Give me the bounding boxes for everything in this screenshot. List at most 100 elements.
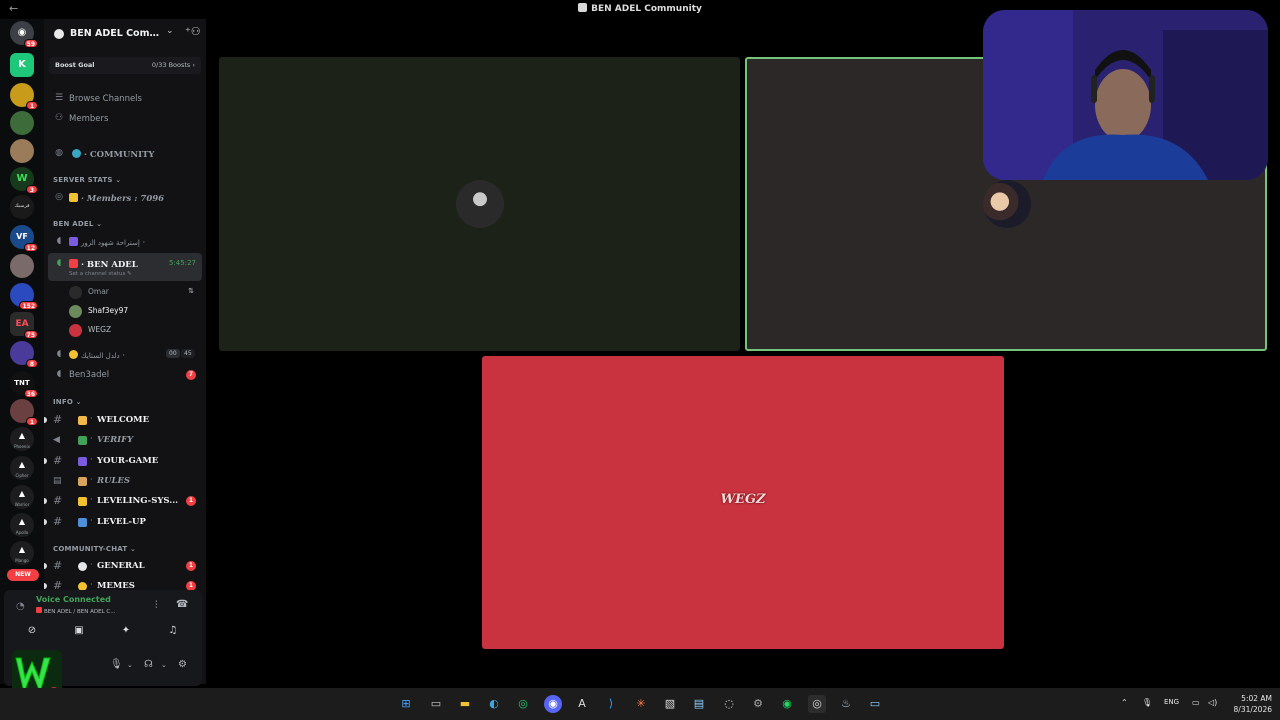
clock-time: 5:02 AM	[1241, 694, 1272, 703]
server-icon-4[interactable]	[10, 139, 34, 163]
soundboard-button[interactable]: ♫	[154, 623, 192, 639]
direct-messages-button[interactable]: ◉ 59	[10, 21, 38, 48]
text-channel-general[interactable]: # · GENERAL 1	[44, 556, 206, 576]
tray-microphone-icon[interactable]: 🎙	[1142, 698, 1152, 707]
server-icon-ea[interactable]: EA 75	[10, 312, 38, 339]
server-icon-2[interactable]: 1	[10, 83, 38, 110]
server-header[interactable]: BEN ADEL Community ⌄ ⁺⚇	[44, 19, 206, 49]
server-icon-warrior[interactable]: ▲ Warrior	[10, 485, 34, 509]
voice-channel-1[interactable]: ◖ إستراحة شهود الزور ·	[44, 232, 206, 252]
tray-chevron-up-icon[interactable]: ⌃	[1121, 698, 1128, 707]
claude-icon[interactable]: ✳	[632, 695, 650, 713]
category-server-stats[interactable]: SERVER STATS ⌄	[53, 176, 121, 184]
participant-tile-wegz[interactable]: WEGZ	[482, 356, 1004, 649]
window-app-icon[interactable]: ▭	[866, 695, 884, 713]
discord-taskbar-icon[interactable]: ◉	[544, 695, 562, 713]
server-icon-k[interactable]: K	[10, 53, 34, 77]
taskbar-clock[interactable]: 5:02 AM 8/31/2026	[1224, 693, 1272, 715]
camera-off-button[interactable]: ⊘	[13, 623, 51, 639]
members-stat-channel[interactable]: ◎ · Members : 7096	[44, 188, 206, 208]
text-channel-leveling-system[interactable]: # · LEVELING-SYS... 1	[44, 491, 206, 511]
disconnect-icon[interactable]: ☎	[176, 599, 188, 610]
voice-channel-2[interactable]: ◖ دلدل الستايك · 00 45	[44, 345, 206, 365]
chevron-down-icon[interactable]: ⌄	[166, 26, 174, 36]
voice-location[interactable]: BEN ADEL / BEN ADEL C...	[36, 607, 115, 615]
text-channel-level-up[interactable]: # · LEVEL-UP	[44, 512, 206, 532]
participant-avatar	[983, 180, 1031, 228]
voice-user-shaf3ey97[interactable]: Shaf3ey97	[44, 302, 206, 320]
server-icon-cipher[interactable]: ▲ Cipher	[10, 456, 34, 480]
server-icon-3[interactable]	[10, 111, 34, 135]
chrome-icon[interactable]: ◎	[808, 695, 826, 713]
network-icon[interactable]: ▭	[1192, 698, 1200, 707]
text-channel-rules[interactable]: ▤ · RULES	[44, 471, 206, 491]
server-icon-7[interactable]	[10, 254, 34, 278]
discord-logo-icon	[578, 3, 588, 12]
green-app-icon[interactable]: ◎	[514, 695, 532, 713]
sparkles-emoji-icon	[78, 497, 87, 506]
settings-gear-icon[interactable]: ⚙	[178, 659, 187, 670]
text-channel-welcome[interactable]: # · WELCOME	[44, 410, 206, 430]
server-icon	[54, 29, 64, 39]
microphone-icon[interactable]: 🎙	[110, 659, 123, 670]
unread-badge: 3	[26, 185, 38, 194]
server-icon-arabic[interactable]: فرسيك	[10, 195, 34, 219]
browse-channels-item[interactable]: ☰ Browse Channels	[44, 89, 206, 109]
noise-suppression-icon[interactable]: ⫶	[155, 600, 158, 611]
text-channel-verify[interactable]: ◀ · VERIFY	[44, 430, 206, 450]
community-item[interactable]: ◍ · COMMUNITY	[44, 144, 206, 164]
wave-emoji-icon	[78, 416, 87, 425]
settings-icon[interactable]: ⚙	[749, 695, 767, 713]
paint-icon[interactable]: ▧	[661, 695, 679, 713]
server-icon-8[interactable]: 152	[10, 283, 38, 310]
voice-user-omar[interactable]: Omar ⇅	[44, 283, 206, 301]
category-community-chat[interactable]: COMMUNITY-CHAT ⌄	[53, 545, 136, 553]
server-icon-w[interactable]: W3	[10, 167, 38, 194]
members-item[interactable]: ⚇ Members	[44, 109, 206, 129]
server-icon-vf[interactable]: VF 12	[10, 225, 38, 252]
screen-share-button[interactable]: ▣	[60, 623, 98, 639]
avatar	[69, 324, 82, 337]
participant-tile-omar[interactable]	[219, 57, 740, 351]
category-ben-adel[interactable]: BEN ADEL ⌄	[53, 220, 102, 228]
edge-browser-icon[interactable]: ◐	[485, 695, 503, 713]
boost-goal-bar[interactable]: Boost Goal 0/33 Boosts ›	[49, 57, 201, 74]
category-info[interactable]: INFO ⌄	[53, 398, 82, 406]
server-icon-tnt[interactable]: TNT 36	[10, 371, 38, 398]
steam-icon[interactable]: ♨	[837, 695, 855, 713]
task-view-icon[interactable]: ▭	[427, 695, 445, 713]
server-icon-13[interactable]: 1	[10, 399, 38, 426]
forum-icon: ◍	[55, 148, 63, 158]
server-icon-phoenix[interactable]: ▲ Phoenix	[10, 427, 34, 451]
text-channel-your-game[interactable]: # · YOUR-GAME	[44, 451, 206, 471]
voice-status[interactable]: Voice Connected	[36, 595, 111, 604]
server-rail: ◉ 59 K 1 W3 فرسيك VF 12 152 EA 75 8 TNT 36 …	[0, 19, 44, 684]
set-channel-status[interactable]: Set a channel status ✎	[69, 271, 132, 277]
up-emoji-icon	[78, 518, 87, 527]
add-user-icon[interactable]: ⁺⚇	[185, 25, 201, 38]
voice-timer: 5:45:27	[169, 259, 196, 267]
webcam-overlay	[983, 10, 1268, 180]
spotify-icon[interactable]: ◉	[778, 695, 796, 713]
start-windows-icon[interactable]: ⊞	[397, 695, 415, 713]
server-icon-mango[interactable]: ▲ Mango	[10, 541, 34, 565]
app-a-icon[interactable]: A	[573, 695, 591, 713]
notepad-icon[interactable]: ▤	[690, 695, 708, 713]
unread-badge: 75	[23, 330, 38, 339]
chevron-down-icon[interactable]: ⌄	[161, 661, 167, 669]
hash-icon: #	[53, 515, 63, 528]
chevron-down-icon[interactable]: ⌄	[127, 661, 133, 669]
voice-channel-3[interactable]: ◖ Ben3adel 7	[44, 365, 206, 385]
unread-badge: 7	[186, 370, 196, 380]
activities-button[interactable]: ✦	[107, 623, 145, 639]
server-icon-apollo[interactable]: ▲ Apollo	[10, 513, 34, 537]
voice-user-wegz[interactable]: WEGZ	[44, 321, 206, 339]
server-icon-11[interactable]: 8	[10, 341, 38, 368]
vscode-icon[interactable]: ⟩	[602, 695, 620, 713]
obs-icon[interactable]: ◌	[720, 695, 738, 713]
file-explorer-icon[interactable]: ▬	[456, 695, 474, 713]
wegz-logo: WEGZ	[720, 492, 766, 507]
headphones-icon[interactable]: ☊	[144, 659, 153, 670]
language-indicator[interactable]: ENG	[1164, 698, 1179, 706]
volume-icon[interactable]: ◁)	[1208, 698, 1217, 707]
